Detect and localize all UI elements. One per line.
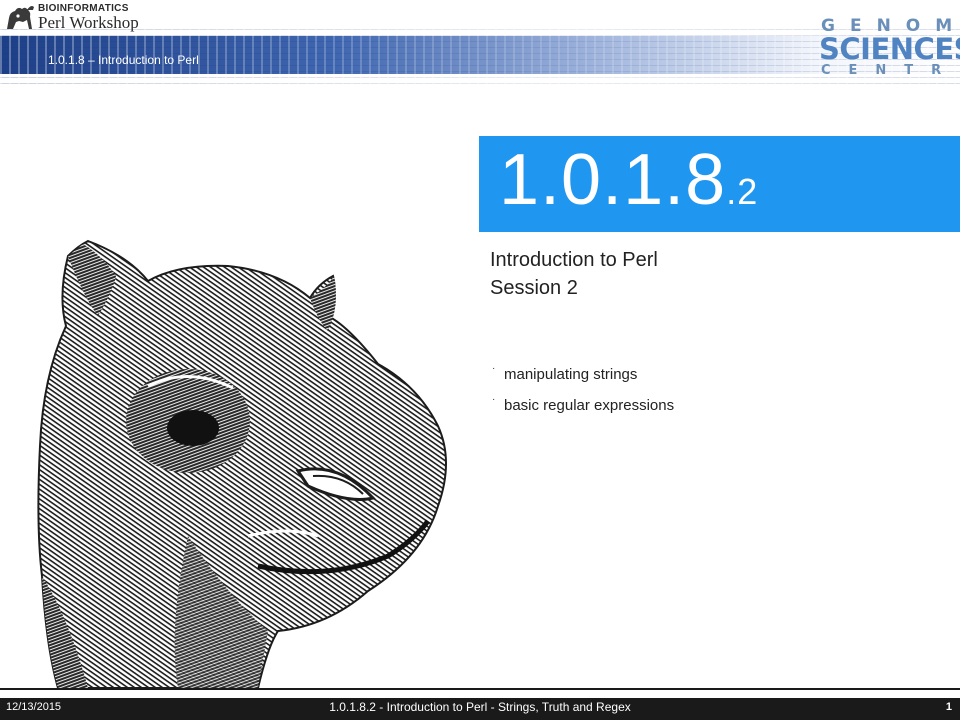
genome-sciences-centre-logo: GENOME SCIENCES CENTRE — [815, 16, 960, 82]
slide-title: 1.0.1.8.2 — [499, 144, 758, 216]
bioinformatics-logo: BIOINFORMATICS Perl Workshop — [4, 2, 164, 32]
logo-line-2: Perl Workshop — [38, 13, 139, 32]
bullet-item: · basic regular expressions — [490, 394, 675, 428]
gsc-logo-middle: SCIENCES — [819, 32, 960, 66]
bullet-item: · manipulating strings — [490, 363, 674, 397]
footer-bar: 12/13/2015 1.0.1.8.2 - Introduction to P… — [0, 698, 960, 720]
footer-divider — [0, 688, 960, 690]
camel-logo-icon — [7, 6, 34, 29]
page-number: 1 — [945, 701, 952, 713]
slide-title-suffix: .2 — [726, 171, 759, 212]
subtitle-line-1: Introduction to Perl — [490, 249, 658, 271]
bullet-text: basic regular expressions — [504, 397, 675, 414]
slide-subtitle: Introduction to Perl Session 2 — [490, 246, 658, 302]
title-banner: 1.0.1.8.2 — [479, 136, 960, 232]
bullet-list: · manipulating strings · basic regular e… — [490, 363, 675, 428]
bullet-dot-icon: · — [492, 394, 496, 405]
gsc-logo-bottom: CENTRE — [821, 63, 960, 78]
footer-title: 1.0.1.8.2 - Introduction to Perl - Strin… — [329, 700, 631, 714]
header-banner: BIOINFORMATICS Perl Workshop 1.0.1.8 – I… — [0, 0, 960, 92]
camel-illustration — [37, 239, 447, 689]
subtitle-line-2: Session 2 — [490, 277, 578, 299]
slide-title-number: 1.0.1.8 — [499, 140, 727, 220]
bullet-text: manipulating strings — [504, 366, 638, 383]
bullet-dot-icon: · — [492, 363, 496, 374]
header-subtitle: 1.0.1.8 – Introduction to Perl — [48, 53, 199, 67]
